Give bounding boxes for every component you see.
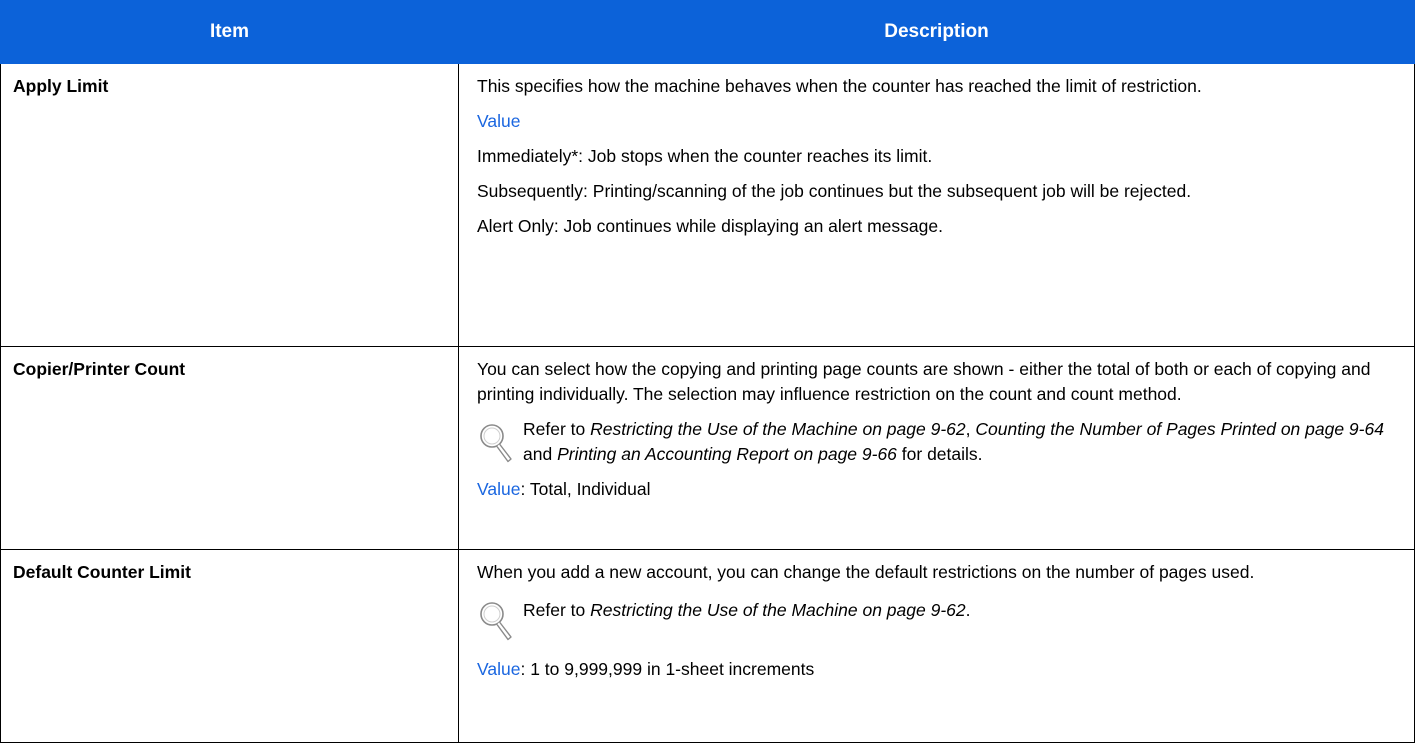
reference-text: Refer to Restricting the Use of the Mach…: [523, 417, 1398, 467]
reference-separator: ,: [965, 419, 976, 439]
magnifier-icon: [480, 424, 512, 463]
value-line: Value: Total, Individual: [477, 477, 1398, 502]
item-name: Copier/Printer Count: [0, 346, 459, 550]
reference-link[interactable]: Restricting the Use of the Machine on pa…: [590, 600, 966, 620]
description-text: When you add a new account, you can chan…: [477, 562, 1255, 582]
table-row: Default Counter Limit When you add a new…: [0, 549, 1415, 743]
description-text: This specifies how the machine behaves w…: [477, 76, 1202, 96]
column-header-description: Description: [458, 0, 1415, 64]
description-text: You can select how the copying and print…: [477, 359, 1371, 404]
value-text: : 1 to 9,999,999 in 1-sheet increments: [520, 659, 815, 679]
reference-link[interactable]: Printing an Accounting Report on page 9-…: [557, 444, 897, 464]
reference-note: Refer to Restricting the Use of the Mach…: [477, 417, 1398, 467]
value-heading: Value: [477, 111, 521, 131]
description-cell: You can select how the copying and print…: [458, 346, 1415, 550]
description-cell: When you add a new account, you can chan…: [458, 549, 1415, 743]
column-header-item: Item: [0, 0, 459, 64]
description-cell: This specifies how the machine behaves w…: [458, 63, 1415, 347]
reference-link[interactable]: Restricting the Use of the Machine on pa…: [590, 419, 966, 439]
table-header-row: Item Description: [0, 0, 1415, 64]
reference-prefix: Refer to: [523, 600, 591, 620]
table-row: Copier/Printer Count You can select how …: [0, 346, 1415, 550]
table-row: Apply Limit This specifies how the machi…: [0, 63, 1415, 347]
option-immediately: Immediately*: Job stops when the counter…: [477, 146, 933, 166]
reference-suffix: .: [965, 600, 971, 620]
reference-text: Refer to Restricting the Use of the Mach…: [523, 595, 1398, 623]
item-name: Apply Limit: [0, 63, 459, 347]
option-subsequently: Subsequently: Printing/scanning of the j…: [477, 181, 1192, 201]
reference-suffix: for details.: [896, 444, 983, 464]
value-line: Value: 1 to 9,999,999 in 1-sheet increme…: [477, 657, 1398, 682]
reference-prefix: Refer to: [523, 419, 591, 439]
settings-table: Item Description Apply Limit This specif…: [0, 0, 1415, 743]
reference-note: Refer to Restricting the Use of the Mach…: [477, 595, 1398, 647]
reference-link[interactable]: Counting the Number of Pages Printed on …: [975, 419, 1384, 439]
magnifier-icon: [480, 602, 512, 641]
value-heading: Value: [477, 479, 521, 499]
value-heading: Value: [477, 659, 521, 679]
value-text: : Total, Individual: [520, 479, 651, 499]
reference-separator: and: [523, 444, 558, 464]
option-alert-only: Alert Only: Job continues while displayi…: [477, 216, 943, 236]
item-name: Default Counter Limit: [0, 549, 459, 743]
